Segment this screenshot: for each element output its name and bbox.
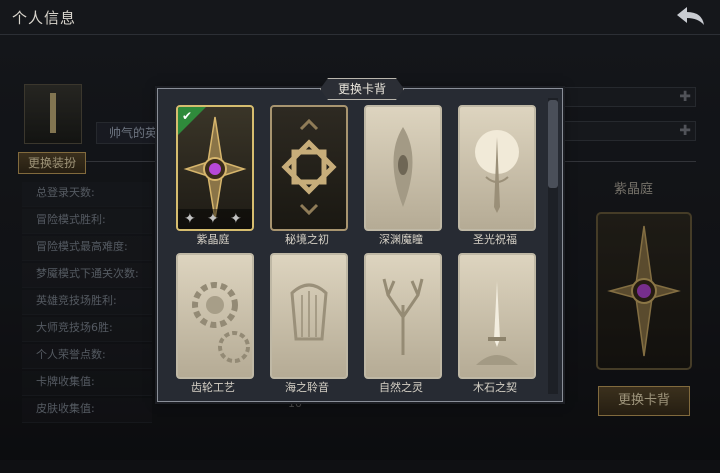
card-back-name: 齿轮工艺 bbox=[191, 381, 235, 394]
star-rating: ✦ ✦ ✦ bbox=[178, 209, 252, 229]
holy-light-icon bbox=[475, 130, 519, 213]
dialog-title: 更换卡背 bbox=[320, 78, 404, 100]
page-title: 个人信息 bbox=[12, 9, 77, 27]
star-icon: ✦ bbox=[207, 211, 219, 227]
star-icon: ✦ bbox=[184, 211, 196, 227]
diamond-knot-icon bbox=[281, 118, 337, 216]
card-back-option[interactable] bbox=[270, 105, 348, 231]
card-back-name: 海之聆音 bbox=[285, 381, 329, 394]
sword-icon bbox=[476, 281, 518, 365]
card-back-option[interactable]: ✔ ✦ ✦ ✦ bbox=[176, 105, 254, 231]
card-back-option[interactable] bbox=[364, 253, 442, 379]
card-back-name: 秘境之初 bbox=[285, 233, 329, 246]
abyss-eye-icon bbox=[393, 127, 413, 207]
card-back-option[interactable] bbox=[458, 253, 536, 379]
harp-icon bbox=[290, 283, 328, 341]
scrollbar-thumb[interactable] bbox=[548, 100, 558, 188]
card-back-name: 紫晶庭 bbox=[196, 233, 230, 246]
star-icon: ✦ bbox=[230, 211, 242, 227]
card-back-name: 木石之契 bbox=[473, 381, 517, 394]
card-back-option[interactable] bbox=[270, 253, 348, 379]
card-back-option[interactable] bbox=[364, 105, 442, 231]
bottom-bar bbox=[0, 460, 720, 473]
gear-icon bbox=[192, 282, 250, 363]
check-icon: ✔ bbox=[182, 109, 193, 123]
antler-icon bbox=[382, 278, 424, 355]
back-arrow-icon[interactable] bbox=[674, 5, 708, 29]
card-back-option[interactable] bbox=[458, 105, 536, 231]
card-back-name: 圣光祝福 bbox=[473, 233, 517, 246]
top-bar: 个人信息 bbox=[0, 0, 720, 35]
card-back-name: 自然之灵 bbox=[379, 381, 423, 394]
card-back-option[interactable] bbox=[176, 253, 254, 379]
card-back-name: 深渊魔瞳 bbox=[379, 233, 423, 246]
